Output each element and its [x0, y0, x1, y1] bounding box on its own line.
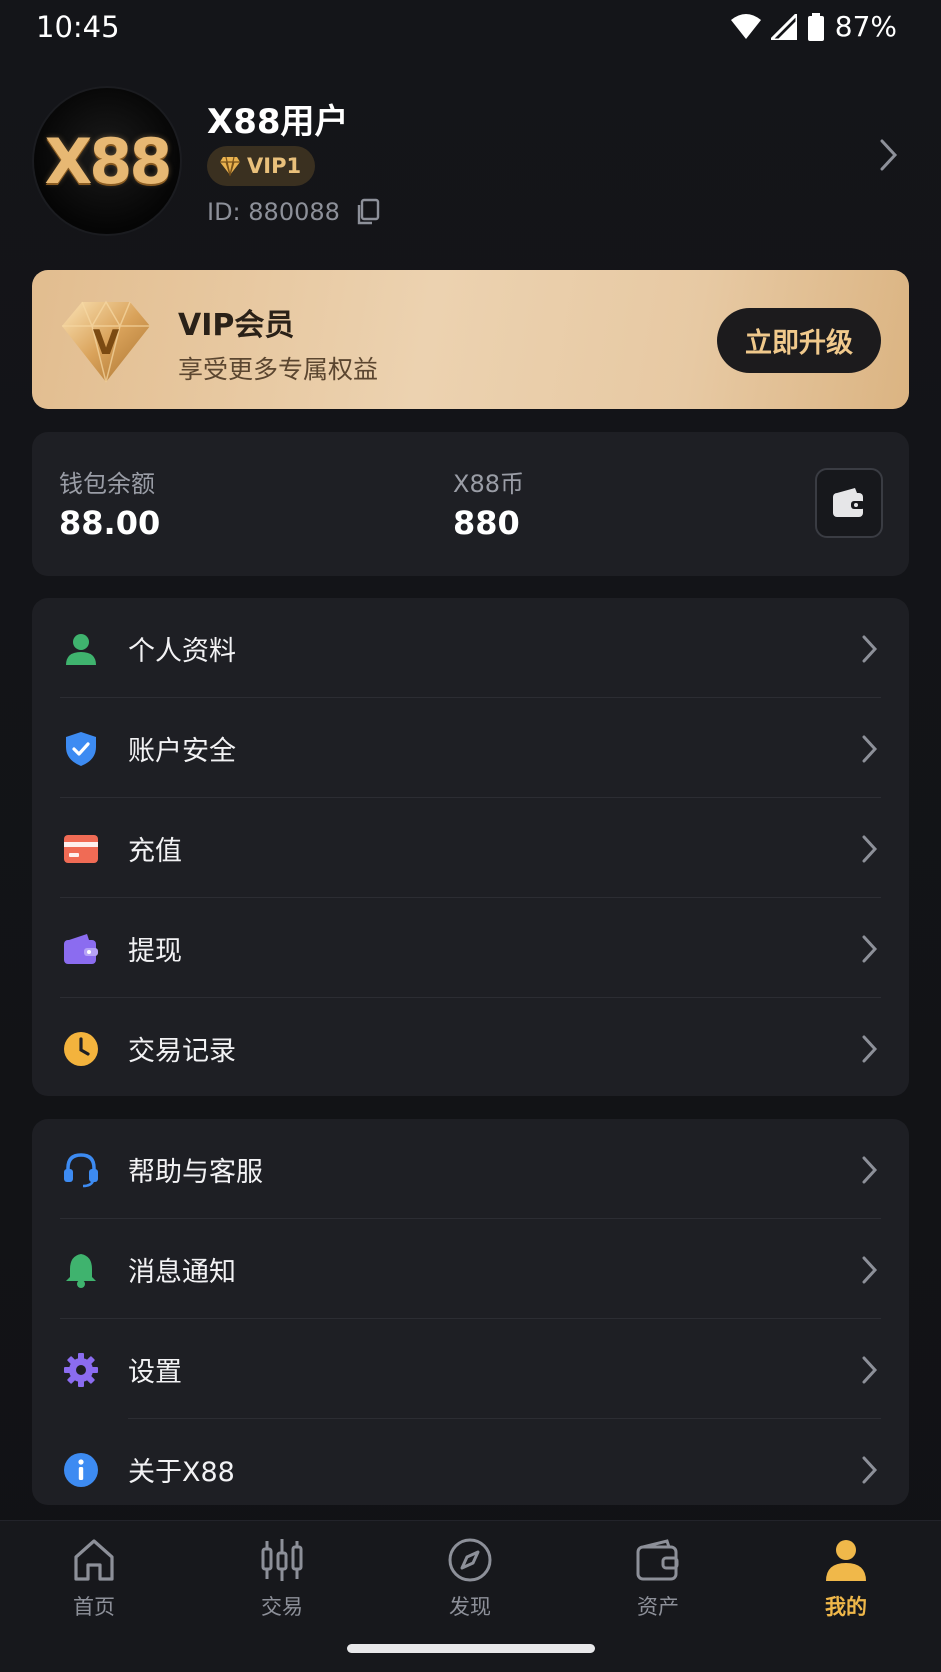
profile-header[interactable]: X88 X88用户 VIP1 ID: 880088 — [0, 80, 941, 240]
nav-home[interactable]: 首页 — [34, 1537, 154, 1621]
vip-gem-icon: V — [62, 300, 150, 383]
status-icons: 87% — [730, 10, 897, 43]
vip-subtitle: 享受更多专属权益 — [178, 355, 379, 384]
diamond-icon — [220, 156, 240, 176]
card-icon — [62, 830, 100, 868]
user-icon — [826, 1540, 866, 1581]
nav-discover[interactable]: 发现 — [410, 1537, 530, 1621]
candlestick-icon — [261, 1539, 303, 1581]
nav-label: 交易 — [261, 1595, 303, 1619]
menu-item-label: 充值 — [128, 835, 182, 867]
compass-icon — [448, 1538, 492, 1582]
menu-item-notifications[interactable]: 消息通知 — [32, 1219, 909, 1319]
nav-label: 我的 — [825, 1595, 867, 1619]
wallet-card[interactable]: 钱包余额 88.00 X88币 880 — [32, 432, 909, 576]
menu-item-label: 帮助与客服 — [128, 1156, 263, 1188]
chevron-right-icon — [862, 1356, 878, 1384]
menu-item-profile[interactable]: 个人资料 — [32, 598, 909, 698]
chevron-right-icon — [862, 1456, 878, 1484]
nav-label: 发现 — [449, 1595, 491, 1619]
shield-icon — [62, 730, 100, 768]
home-icon — [74, 1539, 114, 1581]
nav-label: 首页 — [73, 1595, 115, 1619]
status-time: 10:45 — [36, 10, 120, 44]
menu-item-label: 提现 — [128, 935, 182, 967]
avatar[interactable]: X88 — [34, 88, 180, 234]
vip-gem-letter: V — [93, 323, 120, 363]
chevron-right-icon — [862, 1035, 878, 1063]
chevron-right-icon[interactable] — [879, 138, 899, 172]
nav-trade[interactable]: 交易 — [222, 1537, 342, 1621]
menu-item-label: 设置 — [128, 1356, 182, 1388]
copy-icon[interactable] — [354, 198, 380, 226]
wallet-button[interactable] — [815, 468, 883, 538]
menu-item-about[interactable]: 关于X88 — [32, 1419, 909, 1519]
nav-assets[interactable]: 资产 — [598, 1537, 718, 1621]
wallet-icon — [833, 488, 865, 517]
menu-item-transactions[interactable]: 交易记录 — [32, 998, 909, 1098]
avatar-logo-text: X88 — [44, 124, 172, 198]
battery-percent: 87% — [834, 10, 897, 43]
vip-title: VIP会员 — [178, 308, 295, 343]
menu-item-label: 交易记录 — [128, 1035, 236, 1067]
person-icon — [62, 630, 100, 668]
menu-card-general: 帮助与客服 消息通知 设置 关于X88 — [32, 1119, 909, 1505]
menu-item-security[interactable]: 账户安全 — [32, 698, 909, 798]
upgrade-button[interactable]: 立即升级 — [717, 308, 881, 373]
menu-item-settings[interactable]: 设置 — [32, 1319, 909, 1419]
wallet-balance-value: 88.00 — [59, 504, 161, 542]
status-bar: 10:45 87% — [0, 0, 941, 56]
chevron-right-icon — [862, 1256, 878, 1284]
bell-icon — [62, 1251, 100, 1289]
menu-item-recharge[interactable]: 充值 — [32, 798, 909, 898]
clock-icon — [62, 1030, 100, 1068]
headset-icon — [62, 1151, 100, 1189]
battery-icon — [807, 12, 824, 41]
vip-banner[interactable]: V VIP会员 享受更多专属权益 立即升级 — [32, 270, 909, 409]
signal-icon — [770, 13, 797, 40]
nav-label: 资产 — [637, 1595, 679, 1619]
vip-level: VIP1 — [247, 154, 302, 178]
nav-mine[interactable]: 我的 — [786, 1537, 906, 1621]
wallet-icon — [636, 1539, 679, 1581]
info-icon — [62, 1451, 100, 1489]
gear-icon — [62, 1351, 100, 1389]
user-id-row: ID: 880088 — [207, 198, 380, 226]
user-id: ID: 880088 — [207, 198, 340, 226]
chevron-right-icon — [862, 835, 878, 863]
menu-item-label: 消息通知 — [128, 1256, 236, 1288]
username: X88用户 — [207, 102, 349, 142]
wallet-balance-label: 钱包余额 — [59, 470, 155, 498]
wifi-icon — [730, 13, 761, 39]
coin-label: X88币 — [453, 470, 524, 498]
home-indicator[interactable] — [347, 1644, 595, 1653]
chevron-right-icon — [862, 735, 878, 763]
menu-card-account: 个人资料 账户安全 充值 提现 交易记录 — [32, 598, 909, 1096]
menu-item-withdraw[interactable]: 提现 — [32, 898, 909, 998]
menu-item-label: 关于X88 — [128, 1456, 235, 1488]
chevron-right-icon — [862, 935, 878, 963]
coin-value: 880 — [453, 504, 520, 542]
chevron-right-icon — [862, 1156, 878, 1184]
menu-item-label: 个人资料 — [128, 635, 236, 667]
profile-page: 10:45 87% X88 X88用户 VIP1 ID: 880088 V VI… — [0, 0, 941, 1672]
menu-item-help[interactable]: 帮助与客服 — [32, 1119, 909, 1219]
menu-item-label: 账户安全 — [128, 735, 236, 767]
chevron-right-icon — [862, 635, 878, 663]
vip-badge: VIP1 — [207, 146, 316, 186]
wallet-icon — [62, 930, 100, 968]
